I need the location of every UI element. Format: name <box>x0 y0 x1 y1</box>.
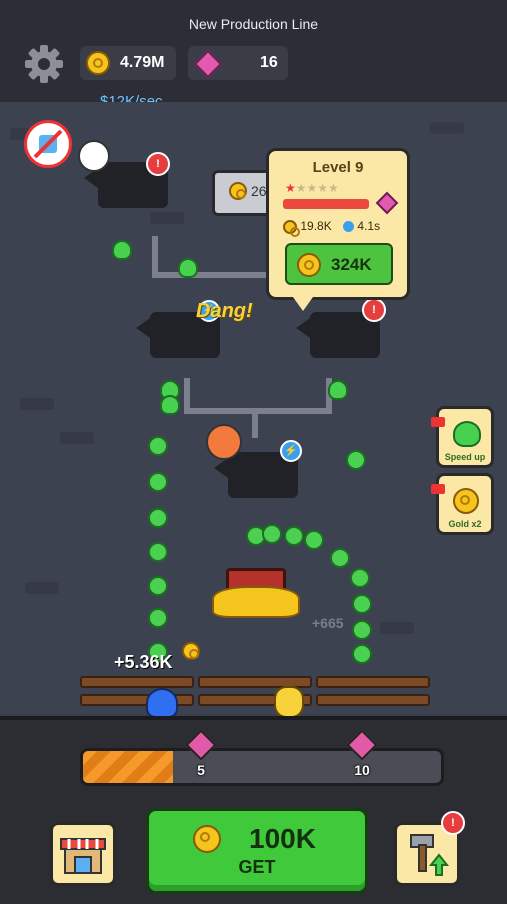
slime-item <box>112 240 132 260</box>
float-income-faded: +665 <box>312 615 344 631</box>
anvil-upgrade-tooltip: Level 9 ★★★★★ 19.8K 4.1s 324K <box>266 148 410 311</box>
forge-value: 26 <box>251 183 267 199</box>
coin-icon <box>283 219 300 237</box>
conveyor-pipe-mid <box>184 378 332 414</box>
dang-effect-text: Dang! <box>196 300 253 322</box>
milestone-number: 5 <box>197 762 205 778</box>
sword-item <box>148 608 168 628</box>
fence <box>80 676 194 688</box>
hammer-upgrade-button[interactable]: ! <box>394 811 465 886</box>
upgrade-price: 324K <box>331 255 372 274</box>
upgrade-alert-icon[interactable]: ! <box>146 152 170 176</box>
coin-balance: 4.79M <box>80 46 176 80</box>
sword-item <box>352 594 372 614</box>
get-coins-button[interactable]: 100K GET <box>146 808 368 894</box>
yellow-customer <box>274 686 304 718</box>
milestone-number: 10 <box>354 762 370 778</box>
level-progress-bar <box>283 199 369 209</box>
milestone-progress-bar <box>80 748 444 786</box>
star-rating-icon: ★★★★★ <box>285 181 339 195</box>
gem-amount: 16 <box>260 54 278 71</box>
conveyor-pipe-down <box>252 408 258 438</box>
slime-item <box>328 380 348 400</box>
sword-item <box>148 436 168 456</box>
sword-item <box>352 644 372 664</box>
settings-gear-icon[interactable] <box>24 44 64 84</box>
gold-x2-label: Gold x2 <box>448 519 482 529</box>
sword-item <box>148 508 168 528</box>
video-ad-icon <box>431 484 445 494</box>
fence <box>316 676 430 688</box>
sword-item <box>304 530 324 550</box>
speed-up-button[interactable]: Speed up <box>431 406 494 468</box>
no-ads-button[interactable] <box>24 120 72 168</box>
tooltip-level: Level 9 <box>312 159 364 176</box>
shop-icon <box>60 838 106 874</box>
gold-coins-icon <box>453 488 479 514</box>
sword-item <box>262 524 282 544</box>
hammer-icon <box>78 140 110 172</box>
sword-item <box>148 576 168 596</box>
get-amount: 100K <box>249 823 316 854</box>
cost-stat: 19.8K <box>300 219 332 233</box>
video-ad-icon <box>431 417 445 427</box>
sword-item <box>350 568 370 588</box>
gem-icon <box>346 729 378 761</box>
float-income-text: +5.36K <box>114 652 173 672</box>
upgrade-alert-icon[interactable]: ! <box>362 298 386 322</box>
sword-item <box>148 542 168 562</box>
coin-icon <box>182 642 200 660</box>
tooltip-stats: 19.8K 4.1s <box>283 219 381 237</box>
sword-item <box>148 472 168 492</box>
sword-item <box>352 620 372 640</box>
hammer-icon <box>206 424 242 460</box>
slime-item <box>160 395 180 415</box>
gem-icon <box>375 191 399 215</box>
coin-amount: 4.79M <box>120 54 165 71</box>
get-label: GET <box>238 857 276 877</box>
blue-customer <box>146 688 178 718</box>
speed-up-label: Speed up <box>444 452 486 462</box>
slime-speed-icon <box>453 421 481 447</box>
gem-icon <box>185 729 217 761</box>
no-ads-icon <box>33 129 63 159</box>
sword-item <box>284 526 304 546</box>
shop-button[interactable] <box>50 822 116 886</box>
coin-icon <box>86 51 110 75</box>
sword-item <box>346 450 366 470</box>
coin-icon <box>193 825 221 853</box>
clock-icon <box>343 221 355 233</box>
fence <box>316 694 430 706</box>
time-stat: 4.1s <box>357 219 381 233</box>
coin-icon <box>297 253 321 277</box>
speed-boost-icon: ⚡ <box>280 440 302 462</box>
progress-fill <box>83 751 173 783</box>
gold-x2-button[interactable]: Gold x2 <box>431 473 494 535</box>
gold-pile <box>212 586 300 618</box>
coin-icon <box>229 182 247 200</box>
upgrade-alert-icon: ! <box>441 811 465 835</box>
production-line-title: New Production Line <box>188 16 319 32</box>
milestone-5: 5 <box>185 729 217 778</box>
gem-balance: 16 <box>188 46 288 80</box>
slime-item <box>178 258 198 278</box>
gem-icon <box>193 49 223 79</box>
sword-item <box>330 548 350 568</box>
upgrade-anvil-button[interactable]: 324K <box>285 243 393 285</box>
milestone-10: 10 <box>346 729 378 778</box>
